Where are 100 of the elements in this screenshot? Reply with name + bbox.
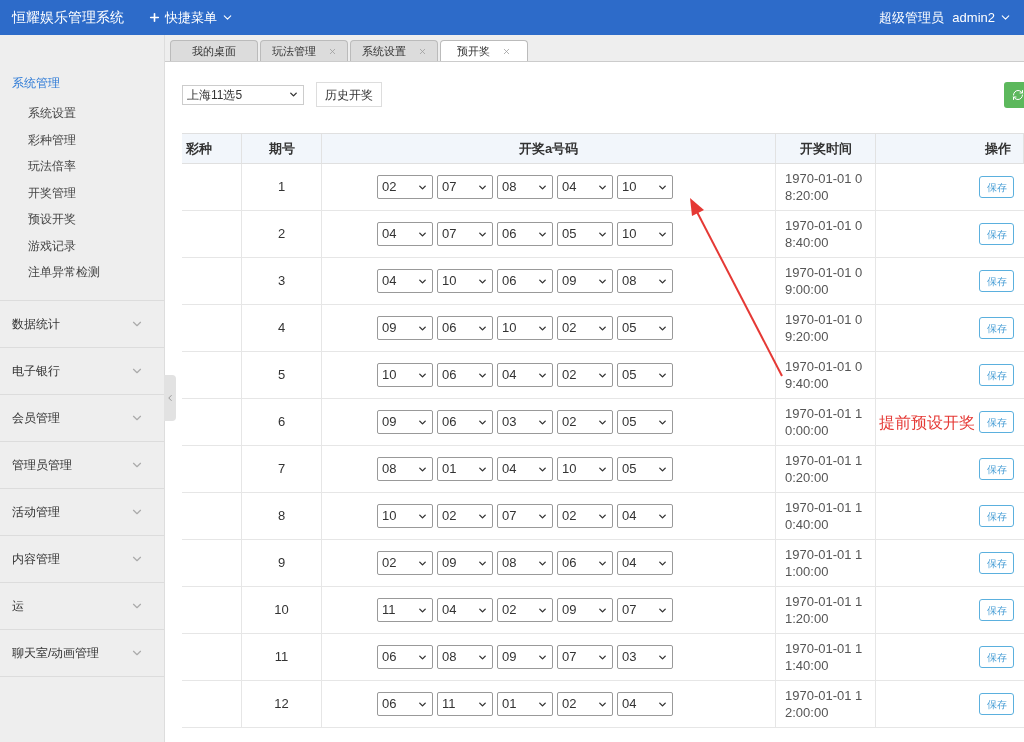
sidebar-item[interactable]: 管理员管理 — [0, 441, 164, 488]
sidebar-subitem[interactable]: 注单异常检测 — [0, 259, 164, 286]
period-cell: 9 — [242, 540, 322, 586]
number-select[interactable]: 09 — [377, 316, 433, 340]
user-role: 超级管理员 — [879, 8, 945, 27]
number-select[interactable]: 10 — [617, 222, 673, 246]
number-select[interactable]: 02 — [377, 551, 433, 575]
number-select[interactable]: 06 — [437, 410, 493, 434]
sidebar-item[interactable]: 活动管理 — [0, 488, 164, 535]
number-select[interactable]: 09 — [557, 598, 613, 622]
tab[interactable]: 预开奖 — [440, 40, 528, 61]
number-select[interactable]: 02 — [557, 410, 613, 434]
number-select[interactable]: 05 — [617, 410, 673, 434]
number-select[interactable]: 04 — [377, 222, 433, 246]
number-select[interactable]: 11 — [437, 692, 493, 716]
column-header: 期号 — [242, 134, 322, 163]
number-select[interactable]: 08 — [437, 645, 493, 669]
close-icon[interactable] — [417, 46, 427, 56]
period-cell: 3 — [242, 258, 322, 304]
number-select[interactable]: 04 — [497, 363, 553, 387]
number-select[interactable]: 01 — [497, 692, 553, 716]
number-select[interactable]: 10 — [377, 363, 433, 387]
number-select[interactable]: 06 — [437, 316, 493, 340]
number-select[interactable]: 04 — [497, 457, 553, 481]
number-select[interactable]: 10 — [497, 316, 553, 340]
number-select[interactable]: 02 — [557, 316, 613, 340]
number-select[interactable]: 04 — [377, 269, 433, 293]
period-cell: 10 — [242, 587, 322, 633]
period-cell: 12 — [242, 681, 322, 727]
number-select[interactable]: 06 — [377, 645, 433, 669]
number-select[interactable]: 08 — [377, 457, 433, 481]
number-select[interactable]: 03 — [497, 410, 553, 434]
period-cell: 4 — [242, 305, 322, 351]
close-icon[interactable] — [502, 46, 511, 56]
number-select[interactable]: 07 — [617, 598, 673, 622]
number-select[interactable]: 02 — [497, 598, 553, 622]
collapse-handle[interactable] — [164, 375, 176, 421]
user-menu-button[interactable]: admin2 — [952, 7, 1012, 28]
sidebar-item[interactable]: 数据统计 — [0, 300, 164, 347]
plus-icon — [148, 11, 161, 24]
sidebar-subitem[interactable]: 彩种管理 — [0, 126, 164, 153]
time-cell: 1970-01-01 08:40:00 — [776, 211, 876, 257]
number-select[interactable]: 05 — [617, 316, 673, 340]
sidebar-subitem[interactable]: 开奖管理 — [0, 179, 164, 206]
number-select[interactable]: 07 — [437, 175, 493, 199]
time-cell: 1970-01-01 09:20:00 — [776, 305, 876, 351]
number-select[interactable]: 07 — [497, 504, 553, 528]
sidebar-subitem[interactable]: 预设开奖 — [0, 206, 164, 233]
number-select[interactable]: 05 — [557, 222, 613, 246]
column-header: 操作 — [876, 134, 1024, 163]
number-select[interactable]: 04 — [617, 551, 673, 575]
number-select[interactable]: 07 — [557, 645, 613, 669]
tab[interactable]: 系统设置 — [350, 40, 438, 61]
sidebar-subitem[interactable]: 玩法倍率 — [0, 153, 164, 180]
number-select[interactable]: 09 — [377, 410, 433, 434]
number-select[interactable]: 09 — [557, 269, 613, 293]
sidebar-item[interactable]: 聊天室/动画管理 — [0, 629, 164, 676]
lottery-select[interactable]: 上海11选5 — [182, 84, 304, 105]
number-select[interactable]: 10 — [437, 269, 493, 293]
number-select[interactable]: 04 — [617, 692, 673, 716]
number-select[interactable]: 10 — [557, 457, 613, 481]
number-select[interactable]: 04 — [617, 504, 673, 528]
number-select[interactable]: 06 — [377, 692, 433, 716]
number-select[interactable]: 09 — [437, 551, 493, 575]
number-select[interactable]: 02 — [377, 175, 433, 199]
tab[interactable]: 玩法管理 — [260, 40, 348, 61]
close-icon[interactable] — [327, 46, 337, 56]
tab[interactable]: 我的桌面 — [170, 40, 258, 61]
number-select[interactable]: 08 — [497, 175, 553, 199]
number-select[interactable]: 02 — [437, 504, 493, 528]
sidebar-subitem[interactable]: 游戏记录 — [0, 232, 164, 259]
number-select[interactable]: 05 — [617, 457, 673, 481]
number-select[interactable]: 02 — [557, 692, 613, 716]
number-select[interactable]: 08 — [497, 551, 553, 575]
time-cell: 1970-01-01 08:20:00 — [776, 164, 876, 210]
number-select[interactable]: 03 — [617, 645, 673, 669]
sidebar-item[interactable]: 会员管理 — [0, 394, 164, 441]
number-select[interactable]: 08 — [617, 269, 673, 293]
number-select[interactable]: 01 — [437, 457, 493, 481]
number-select[interactable]: 02 — [557, 504, 613, 528]
number-select[interactable]: 06 — [437, 363, 493, 387]
number-select[interactable]: 07 — [437, 222, 493, 246]
sidebar-item[interactable]: 运 — [0, 582, 164, 629]
number-select[interactable]: 11 — [377, 598, 433, 622]
sidebar-item[interactable]: 电子银行 — [0, 347, 164, 394]
number-select[interactable]: 09 — [497, 645, 553, 669]
number-select[interactable]: 04 — [437, 598, 493, 622]
number-select[interactable]: 05 — [617, 363, 673, 387]
app-title: 恒耀娱乐管理系统 — [12, 8, 124, 27]
chevron-down-icon — [288, 89, 299, 100]
history-button[interactable]: 历史开奖 — [316, 82, 382, 107]
number-select[interactable]: 02 — [557, 363, 613, 387]
number-select[interactable]: 06 — [497, 269, 553, 293]
number-select[interactable]: 10 — [377, 504, 433, 528]
number-select[interactable]: 04 — [557, 175, 613, 199]
quick-menu-button[interactable]: 快捷菜单 — [148, 7, 234, 28]
number-select[interactable]: 10 — [617, 175, 673, 199]
number-select[interactable]: 06 — [497, 222, 553, 246]
sidebar-item[interactable]: 内容管理 — [0, 535, 164, 582]
number-select[interactable]: 06 — [557, 551, 613, 575]
